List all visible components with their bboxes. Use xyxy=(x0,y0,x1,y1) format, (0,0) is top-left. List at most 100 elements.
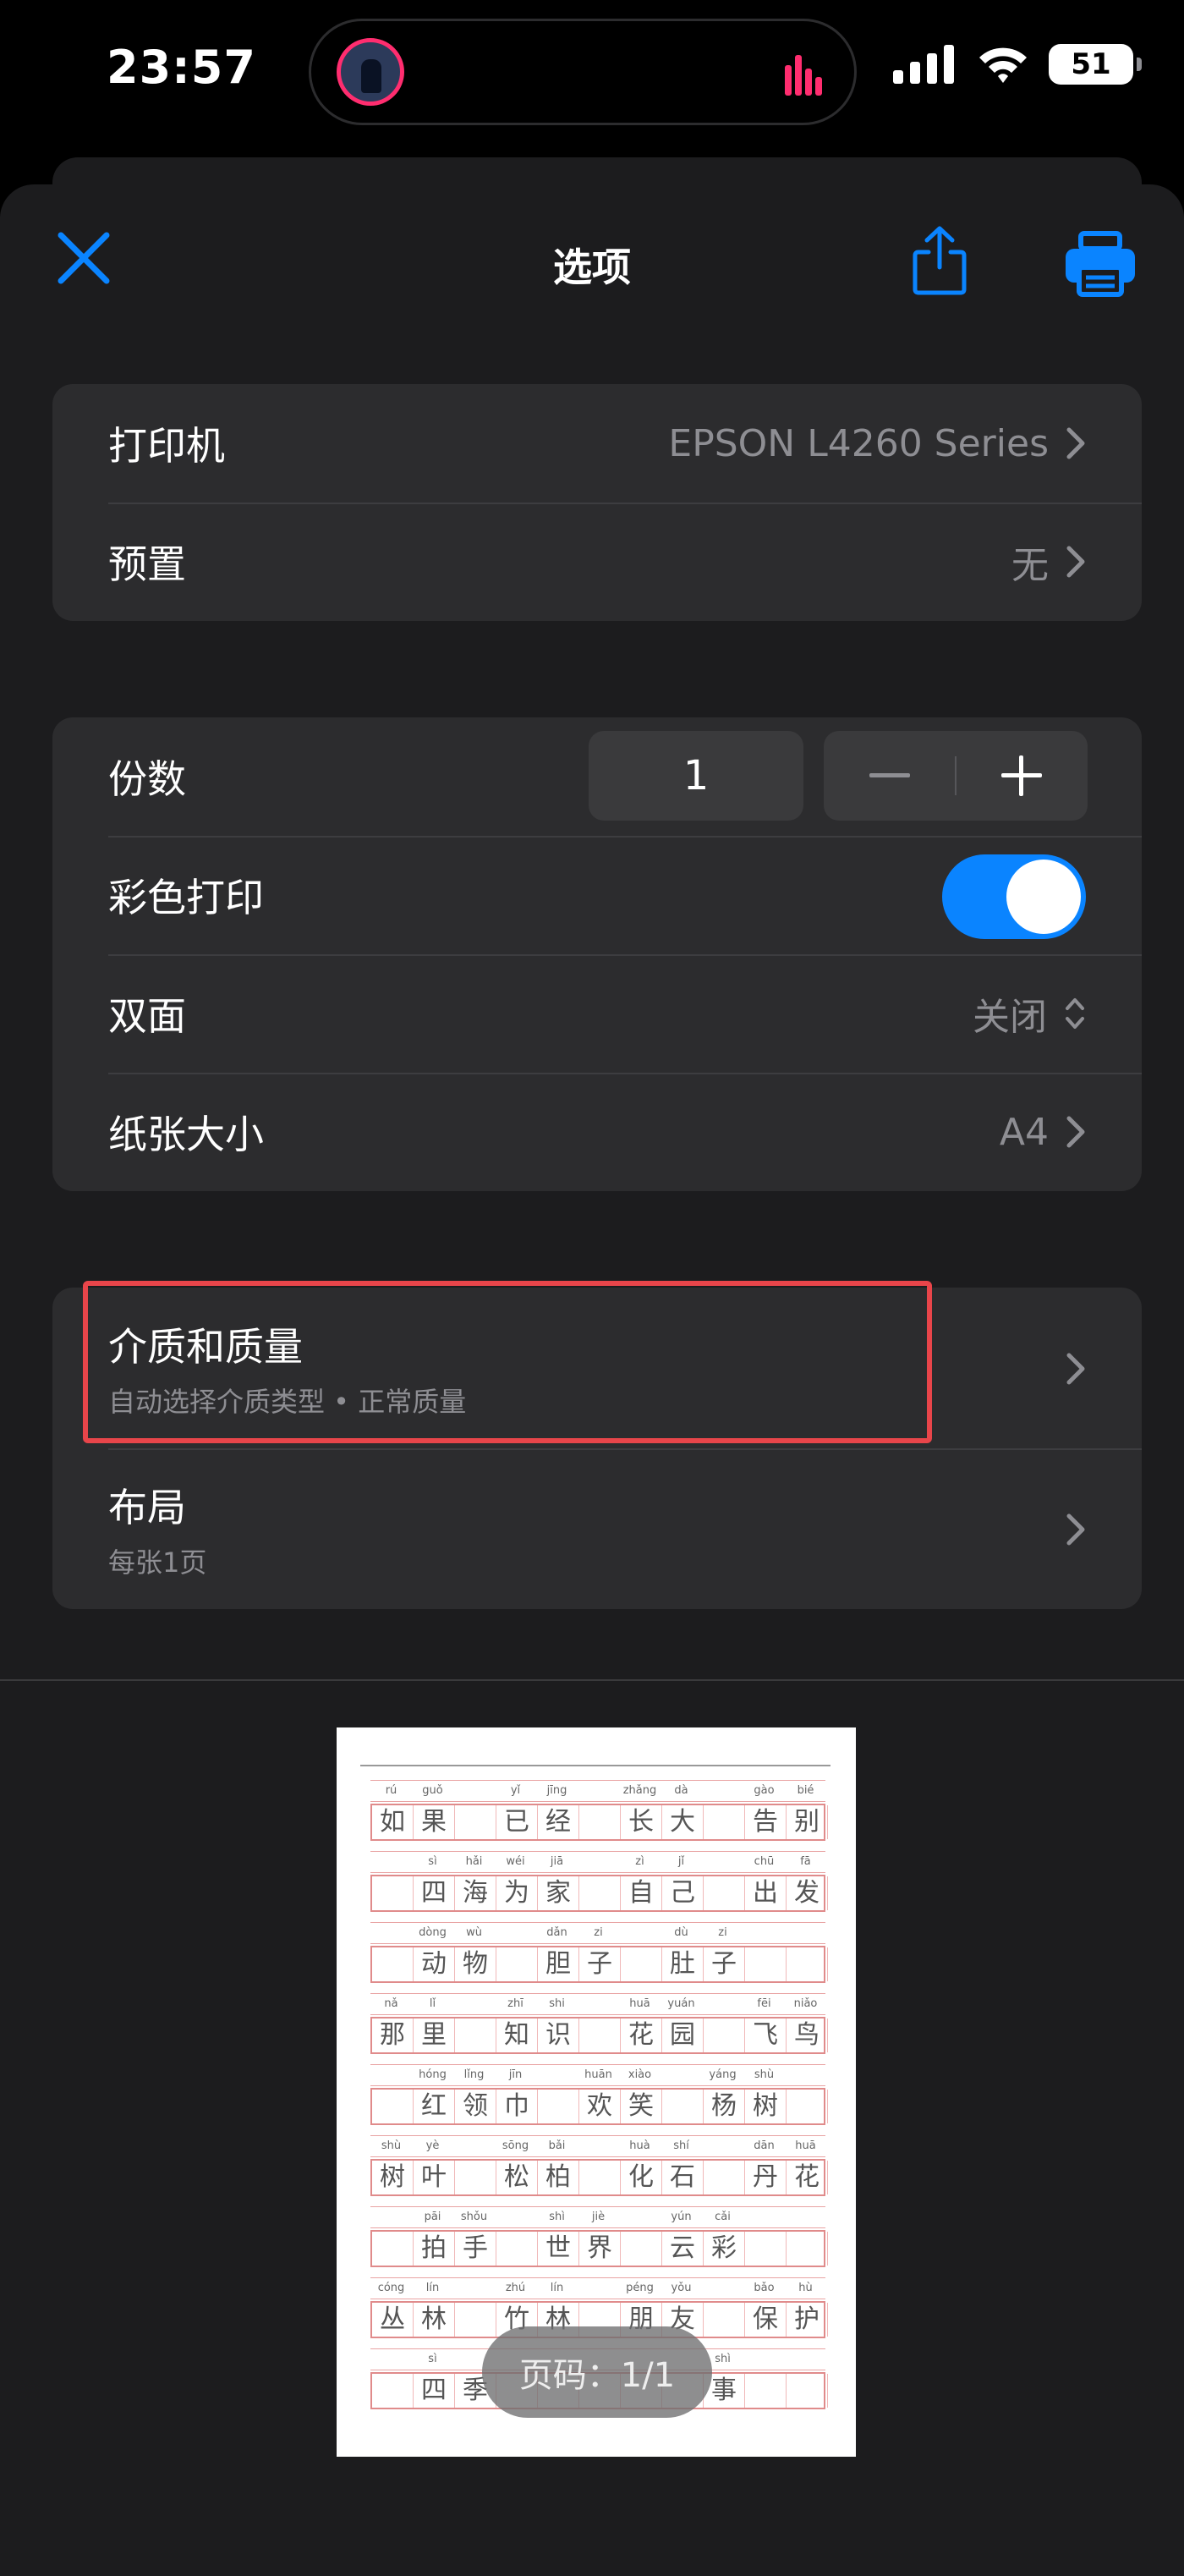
character-cell xyxy=(745,2374,787,2408)
preview-line: sì hǎi wéi jiā zì jǐ chū fā 四海为家 自己 出发 xyxy=(370,1851,828,1912)
character-cell: 自 xyxy=(621,1876,662,1910)
character-cell xyxy=(787,2090,828,2123)
pinyin-syllable: huān xyxy=(584,2068,612,2081)
preview-line: hóng lǐng jīn huān xiào yáng shù 红领巾 欢笑 杨树 xyxy=(370,2064,828,2125)
pinyin-syllable: shù xyxy=(381,2139,402,2152)
dynamic-island[interactable] xyxy=(309,19,857,125)
pinyin-row: nǎ lǐ zhī shi huā yuán fēi niǎo xyxy=(370,1993,825,2015)
pinyin-row: sì hǎi wéi jiā zì jǐ chū fā xyxy=(370,1851,825,1873)
character-cell xyxy=(496,1947,538,1981)
pinyin-syllable: cǎi xyxy=(715,2211,731,2223)
pinyin-syllable: lín xyxy=(550,2282,564,2294)
character-cell: 杨 xyxy=(704,2090,745,2123)
color-print-toggle[interactable] xyxy=(942,854,1086,939)
character-grid-row: 拍手 世界 云彩 xyxy=(370,2230,828,2267)
printer-row[interactable]: 打印机 EPSON L4260 Series xyxy=(52,384,1142,503)
pinyin-syllable: yè xyxy=(425,2139,440,2152)
character-cell: 领 xyxy=(455,2090,496,2123)
character-cell: 鸟 xyxy=(787,2019,828,2052)
character-cell: 物 xyxy=(455,1947,496,1981)
pinyin-syllable: shì xyxy=(549,2211,565,2223)
pinyin-syllable: zì xyxy=(635,1855,644,1868)
pinyin-syllable: zhǎng xyxy=(622,1784,657,1797)
character-cell: 花 xyxy=(787,2161,828,2194)
character-cell xyxy=(455,2303,496,2337)
pinyin-syllable: jǐ xyxy=(677,1855,685,1868)
pinyin-row: hóng lǐng jīn huān xiào yáng shù xyxy=(370,2064,825,2086)
pinyin-syllable: dǎn xyxy=(546,1926,567,1939)
character-cell: 动 xyxy=(414,1947,455,1981)
pinyin-row: shù yè sōng bǎi huà shí dān huā xyxy=(370,2135,825,2157)
preset-row[interactable]: 预置 无 xyxy=(52,503,1142,621)
character-cell xyxy=(455,1805,496,1839)
character-grid-row: 动物胆子肚子 xyxy=(370,1946,828,1983)
pinyin-syllable: lín xyxy=(425,2282,440,2294)
paper-size-value: A4 xyxy=(999,1110,1049,1154)
character-cell: 保 xyxy=(745,2303,787,2337)
pinyin-syllable: lǐ xyxy=(429,1997,436,2010)
decrement-button[interactable] xyxy=(824,731,956,821)
copies-input[interactable]: 1 xyxy=(589,731,803,821)
character-cell: 花 xyxy=(621,2019,662,2052)
character-cell: 红 xyxy=(414,2090,455,2123)
character-grid-row: 那里 知识 花园 飞鸟 xyxy=(370,2017,828,2054)
pinyin-syllable: zhú xyxy=(505,2282,526,2294)
character-cell: 树 xyxy=(372,2161,414,2194)
pinyin-syllable: sì xyxy=(428,2353,437,2365)
character-cell: 家 xyxy=(538,1876,579,1910)
pinyin-row: cóng lín zhú lín péng yǒu bǎo hù xyxy=(370,2277,825,2299)
character-cell: 四 xyxy=(414,1876,455,1910)
character-cell: 树 xyxy=(745,2090,787,2123)
character-cell xyxy=(745,1947,787,1981)
pinyin-syllable: guǒ xyxy=(422,1784,443,1797)
share-icon[interactable] xyxy=(910,225,969,296)
character-cell: 化 xyxy=(621,2161,662,2194)
preset-value: 无 xyxy=(1011,544,1049,587)
character-cell: 果 xyxy=(414,1805,455,1839)
pinyin-syllable: péng xyxy=(626,2282,654,2294)
character-grid-row: 四海为家 自己 出发 xyxy=(370,1875,828,1912)
page-indicator: 页码：1/1 xyxy=(482,2326,712,2418)
print-icon[interactable] xyxy=(1062,230,1138,298)
pinyin-syllable: sōng xyxy=(502,2139,529,2152)
character-cell: 园 xyxy=(662,2019,704,2052)
highlight-box xyxy=(83,1281,932,1443)
cellular-signal-icon xyxy=(893,45,954,84)
battery-indicator: 51 xyxy=(1049,44,1142,85)
printer-value-wrap: EPSON L4260 Series xyxy=(668,422,1086,465)
character-cell: 丹 xyxy=(745,2161,787,2194)
preview-line: shù yè sōng bǎi huà shí dān huā 树叶 松柏 化石 丹花 xyxy=(370,2135,828,2196)
character-cell: 笑 xyxy=(621,2090,662,2123)
duplex-row[interactable]: 双面 关闭 xyxy=(52,954,1142,1073)
pinyin-syllable: jiā xyxy=(550,1855,564,1868)
character-cell: 彩 xyxy=(704,2232,745,2266)
copies-row: 份数 1 xyxy=(52,717,1142,836)
character-cell xyxy=(372,2090,414,2123)
character-cell: 护 xyxy=(787,2303,828,2337)
character-cell xyxy=(662,2090,704,2123)
pinyin-syllable: jiè xyxy=(591,2211,606,2223)
pinyin-syllable: zhī xyxy=(507,1997,523,2010)
pinyin-syllable: wù xyxy=(466,1926,482,1939)
chevron-right-icon xyxy=(1066,427,1085,459)
duplex-value-wrap: 关闭 xyxy=(973,986,1086,1041)
preset-label: 预置 xyxy=(108,541,186,587)
character-cell: 云 xyxy=(662,2232,704,2266)
character-cell: 世 xyxy=(538,2232,579,2266)
pinyin-row: pāi shǒu shì jiè yún cǎi xyxy=(370,2206,825,2228)
character-cell: 己 xyxy=(662,1876,704,1910)
duplex-value: 关闭 xyxy=(973,996,1047,1039)
preview-line: nǎ lǐ zhī shi huā yuán fēi niǎo 那里 知识 花园 飞鸟 xyxy=(370,1993,828,2054)
section-divider xyxy=(0,1679,1184,1681)
character-cell xyxy=(621,2232,662,2266)
paper-size-row[interactable]: 纸张大小 A4 xyxy=(52,1073,1142,1191)
layout-row[interactable]: 布局 每张1页 xyxy=(52,1448,1142,1609)
character-cell: 丛 xyxy=(372,2303,414,2337)
character-cell xyxy=(455,2019,496,2052)
pinyin-row: dòng wù dǎn zi dù zi xyxy=(370,1922,825,1944)
pinyin-syllable: jīng xyxy=(546,1784,567,1797)
pinyin-syllable: shù xyxy=(754,2068,775,2081)
increment-button[interactable] xyxy=(956,731,1088,821)
pinyin-syllable: lǐng xyxy=(463,2068,485,2081)
preview-line: pāi shǒu shì jiè yún cǎi 拍手 世界 云彩 xyxy=(370,2206,828,2267)
